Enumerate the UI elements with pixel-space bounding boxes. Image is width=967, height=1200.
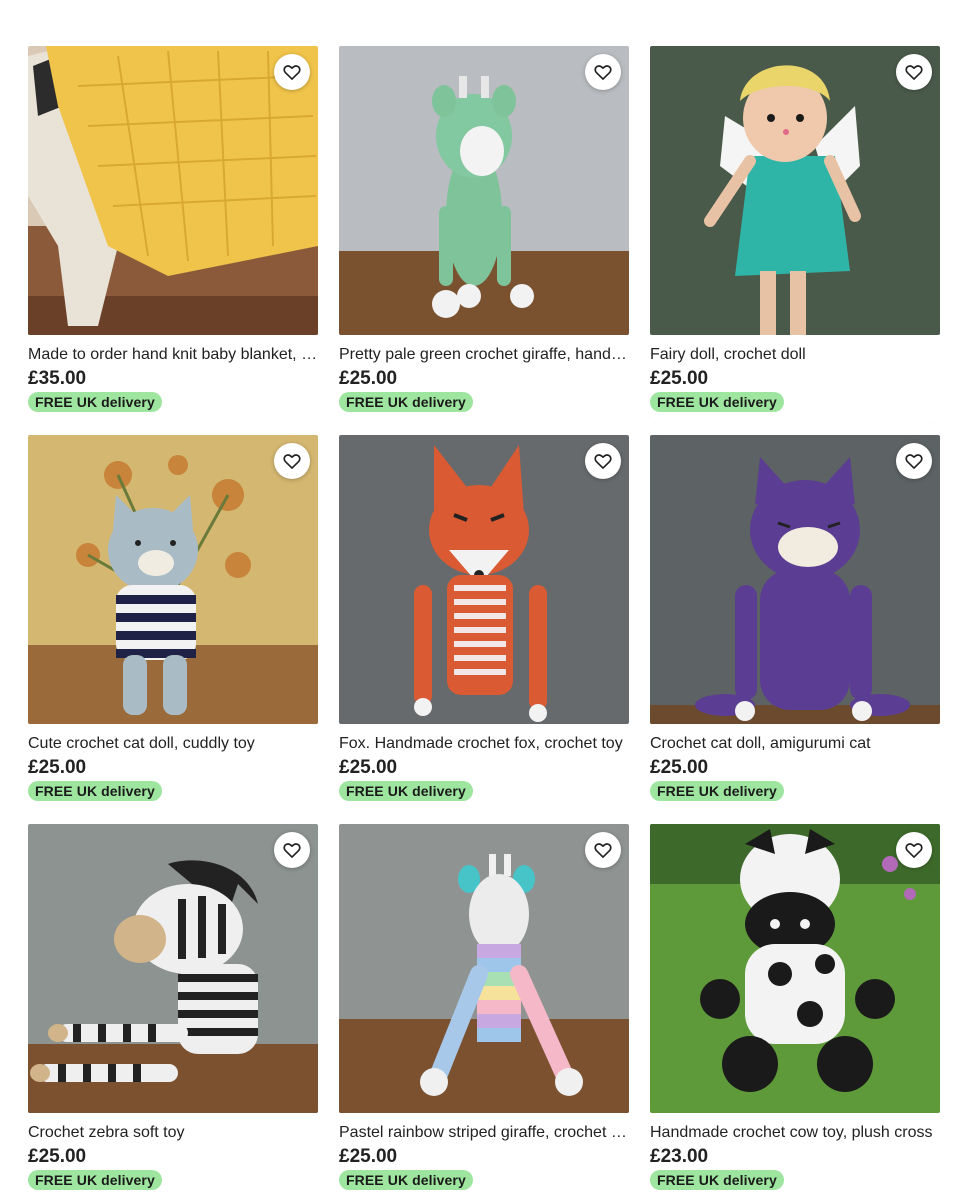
listing-price: £23.00 xyxy=(650,1146,709,1167)
favorite-button[interactable] xyxy=(585,54,621,90)
free-delivery-badge: FREE UK delivery xyxy=(650,781,784,801)
listing-card[interactable]: Fox. Handmade crochet fox, crochet toy £… xyxy=(339,435,629,813)
favorite-button[interactable] xyxy=(274,832,310,868)
heart-outline-icon xyxy=(594,843,612,858)
free-delivery-badge: FREE UK delivery xyxy=(650,392,784,412)
listing-title[interactable]: Cute crochet cat doll, cuddly toy xyxy=(28,734,318,754)
listing-image[interactable] xyxy=(28,435,318,724)
free-delivery-badge: FREE UK delivery xyxy=(28,1170,162,1190)
listing-card[interactable]: Crochet cat doll, amigurumi cat £25.00 F… xyxy=(650,435,940,813)
listing-title[interactable]: Fairy doll, crochet doll xyxy=(650,345,940,365)
listing-price: £25.00 xyxy=(28,1146,87,1167)
listing-image[interactable] xyxy=(650,824,940,1113)
listing-card[interactable]: Crochet zebra soft toy £25.00 FREE UK de… xyxy=(28,824,318,1200)
favorite-button[interactable] xyxy=(274,54,310,90)
listing-image[interactable] xyxy=(650,435,940,724)
favorite-button[interactable] xyxy=(896,443,932,479)
listing-price: £25.00 xyxy=(650,368,709,389)
favorite-button[interactable] xyxy=(274,443,310,479)
listing-price: £35.00 xyxy=(28,368,87,389)
free-delivery-badge: FREE UK delivery xyxy=(339,1170,473,1190)
favorite-button[interactable] xyxy=(585,443,621,479)
heart-outline-icon xyxy=(594,65,612,80)
favorite-button[interactable] xyxy=(585,832,621,868)
listing-price: £25.00 xyxy=(28,757,87,778)
favorite-button[interactable] xyxy=(896,54,932,90)
listing-image[interactable] xyxy=(650,46,940,335)
listing-price: £25.00 xyxy=(339,1146,398,1167)
free-delivery-badge: FREE UK delivery xyxy=(339,392,473,412)
listing-grid: Made to order hand knit baby blanket, ye… xyxy=(28,36,950,1200)
listing-title[interactable]: Pastel rainbow striped giraffe, crochet … xyxy=(339,1123,629,1143)
listing-price: £25.00 xyxy=(339,368,398,389)
listing-title[interactable]: Pretty pale green crochet giraffe, handm… xyxy=(339,345,629,365)
heart-outline-icon xyxy=(594,454,612,469)
listing-title[interactable]: Handmade crochet cow toy, plush cross xyxy=(650,1123,940,1143)
listing-price: £25.00 xyxy=(650,757,709,778)
free-delivery-badge: FREE UK delivery xyxy=(28,781,162,801)
free-delivery-badge: FREE UK delivery xyxy=(28,392,162,412)
heart-outline-icon xyxy=(905,843,923,858)
free-delivery-badge: FREE UK delivery xyxy=(650,1170,784,1190)
listing-image[interactable] xyxy=(28,46,318,335)
listing-card[interactable]: Pastel rainbow striped giraffe, crochet … xyxy=(339,824,629,1200)
listing-card[interactable]: Handmade crochet cow toy, plush cross £2… xyxy=(650,824,940,1200)
listing-title[interactable]: Made to order hand knit baby blanket, ye… xyxy=(28,345,318,365)
heart-outline-icon xyxy=(905,65,923,80)
listing-title[interactable]: Fox. Handmade crochet fox, crochet toy xyxy=(339,734,629,754)
listing-price: £25.00 xyxy=(339,757,398,778)
heart-outline-icon xyxy=(283,843,301,858)
free-delivery-badge: FREE UK delivery xyxy=(339,781,473,801)
heart-outline-icon xyxy=(283,454,301,469)
listing-image[interactable] xyxy=(28,824,318,1113)
listing-card[interactable]: Pretty pale green crochet giraffe, handm… xyxy=(339,46,629,424)
heart-outline-icon xyxy=(905,454,923,469)
heart-outline-icon xyxy=(283,65,301,80)
listing-title[interactable]: Crochet zebra soft toy xyxy=(28,1123,318,1143)
favorite-button[interactable] xyxy=(896,832,932,868)
listing-image[interactable] xyxy=(339,435,629,724)
listing-card[interactable]: Fairy doll, crochet doll £25.00 FREE UK … xyxy=(640,36,950,434)
listing-title[interactable]: Crochet cat doll, amigurumi cat xyxy=(650,734,940,754)
listing-card[interactable]: Cute crochet cat doll, cuddly toy £25.00… xyxy=(28,435,318,813)
listing-card[interactable]: Made to order hand knit baby blanket, ye… xyxy=(28,46,318,424)
listing-image[interactable] xyxy=(339,46,629,335)
listing-image[interactable] xyxy=(339,824,629,1113)
